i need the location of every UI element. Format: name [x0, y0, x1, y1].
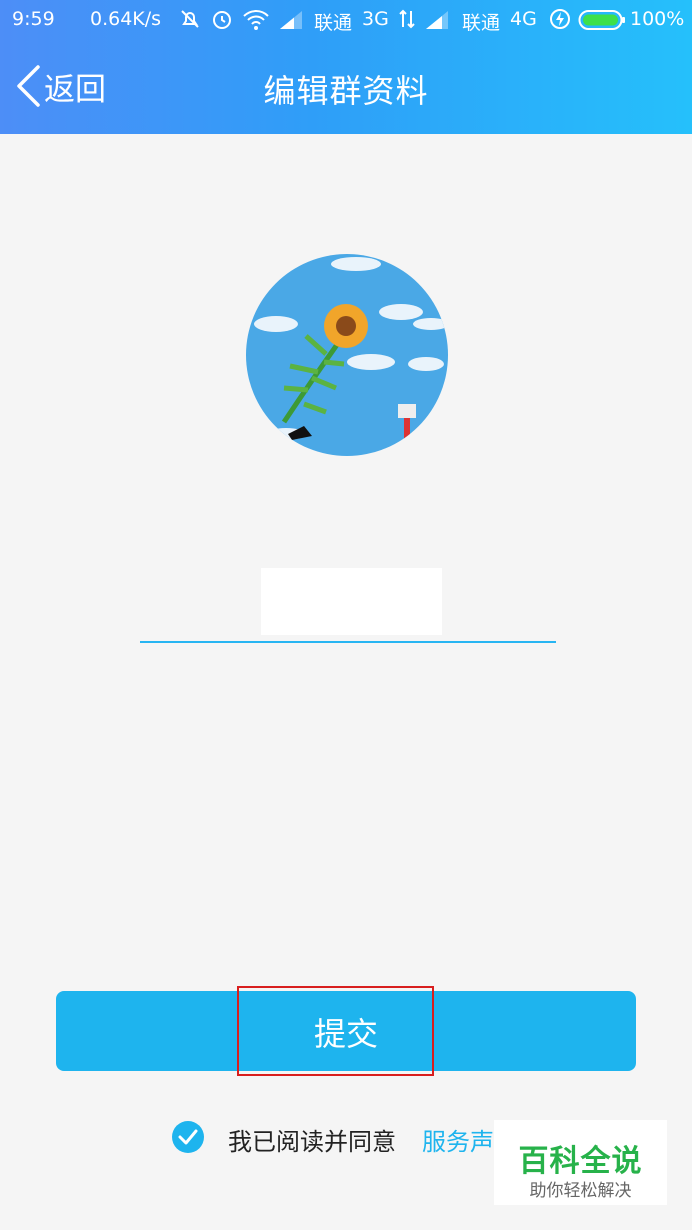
group-avatar[interactable]	[246, 254, 448, 456]
checkmark-icon	[178, 1129, 198, 1145]
header: 9:59 0.64K/s 联通 3G 联通 4G 100% 返回 编辑群资料	[0, 0, 692, 134]
nav-bar: 返回 编辑群资料	[0, 40, 692, 134]
group-avatar-image	[246, 254, 448, 456]
status-net1: 3G	[362, 8, 389, 30]
service-terms-link[interactable]: 服务声	[422, 1122, 494, 1157]
data-arrows-icon	[399, 9, 415, 29]
status-speed: 0.64K/s	[90, 8, 162, 30]
signal-icon	[280, 11, 302, 29]
alarm-icon	[213, 11, 231, 29]
wifi-icon	[243, 10, 269, 30]
agreement-text: 我已阅读并同意	[228, 1128, 396, 1156]
signal-icon	[426, 11, 448, 29]
muted-bell-icon	[181, 10, 199, 28]
watermark-title: 百科全说	[518, 1144, 643, 1179]
status-net2: 4G	[510, 8, 537, 30]
status-carrier1: 联通	[314, 12, 353, 34]
watermark-subtitle: 助你轻松解决	[529, 1181, 632, 1201]
watermark-logo: 百科全说 助你轻松解决	[494, 1120, 667, 1205]
status-carrier2: 联通	[462, 12, 501, 34]
page-title: 编辑群资料	[263, 72, 429, 110]
charging-icon	[550, 9, 570, 29]
battery-icon	[578, 10, 625, 30]
status-battery: 100%	[630, 8, 685, 30]
status-time: 9:59	[12, 8, 55, 30]
submit-button[interactable]: 提交	[56, 991, 636, 1071]
input-underline	[140, 641, 556, 643]
group-name-field	[140, 566, 556, 644]
agreement-checkbox[interactable]	[172, 1121, 204, 1153]
submit-label: 提交	[313, 1015, 378, 1053]
group-name-input[interactable]	[261, 568, 442, 635]
status-bar: 9:59 0.64K/s 联通 3G 联通 4G 100%	[0, 0, 692, 40]
